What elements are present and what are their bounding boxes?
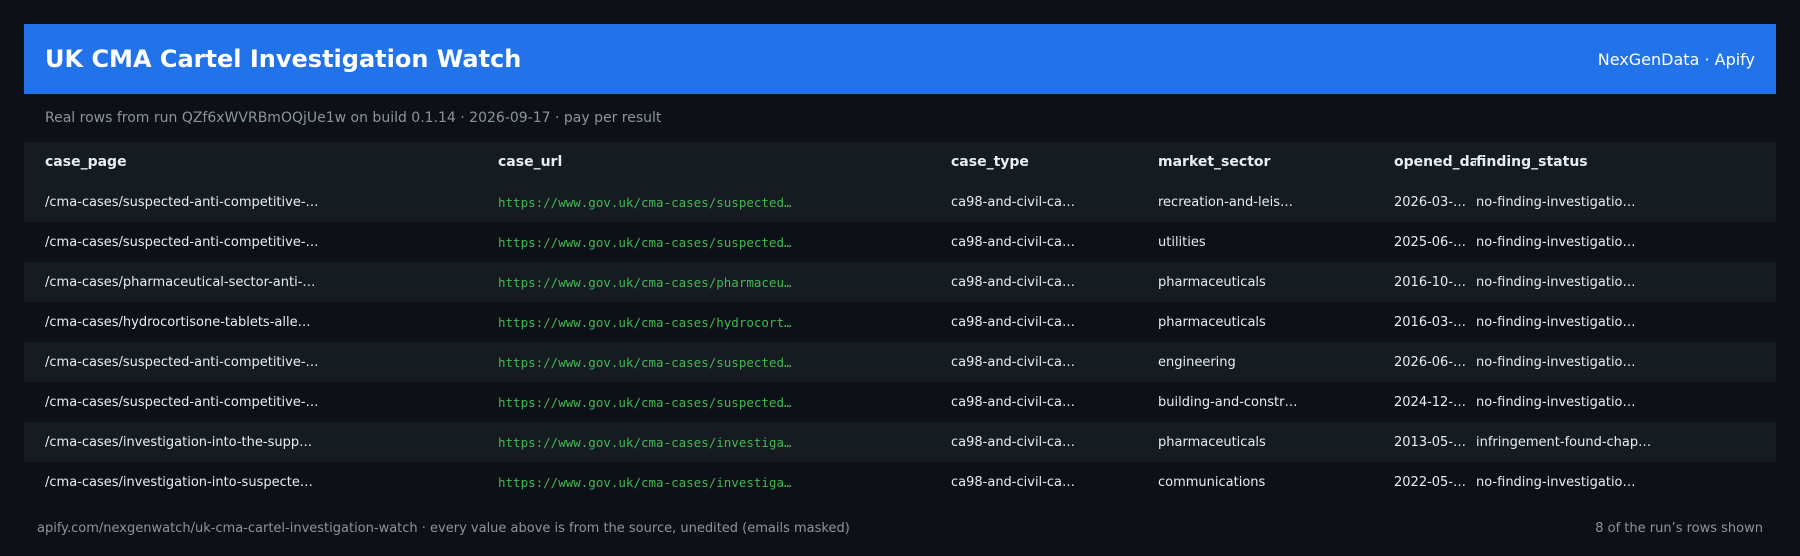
cell-market-sector: recreation-and-leis… [1158,194,1293,210]
cell-finding-status: no-finding-investigatio… [1476,354,1636,370]
cell-case-url[interactable]: https://www.gov.uk/cma-cases/investiga… [477,475,930,490]
cell-market-sector: pharmaceuticals [1158,314,1266,330]
cell-case-type: ca98-and-civil-ca… [951,394,1075,410]
page-title: UK CMA Cartel Investigation Watch [45,45,522,73]
cell-case-type: ca98-and-civil-ca… [951,194,1075,210]
table-row: /cma-cases/suspected-anti-competitive-… h… [24,342,1776,382]
footer-row-count: 8 of the run’s rows shown [1595,521,1763,536]
cell-finding-status: no-finding-investigatio… [1476,194,1636,210]
cell-case-page: /cma-cases/suspected-anti-competitive-… [45,194,319,210]
cell-case-page: /cma-cases/hydrocortisone-tablets-alle… [45,314,311,330]
cell-finding-status: no-finding-investigatio… [1476,274,1636,290]
cell-market-sector: communications [1158,474,1266,490]
cell-finding-status: infringement-found-chap… [1476,434,1652,450]
cell-case-url[interactable]: https://www.gov.uk/cma-cases/suspected… [477,355,930,370]
cell-case-url[interactable]: https://www.gov.uk/cma-cases/investiga… [477,435,930,450]
cell-case-type: ca98-and-civil-ca… [951,314,1075,330]
cell-opened-date: 2022-05-… [1394,474,1467,490]
cell-case-url[interactable]: https://www.gov.uk/cma-cases/pharmaceu… [477,275,930,290]
cell-market-sector: pharmaceuticals [1158,274,1266,290]
column-header-opened-date: opened_date [1394,154,1476,170]
cell-finding-status: no-finding-investigatio… [1476,394,1636,410]
cell-case-type: ca98-and-civil-ca… [951,234,1075,250]
cell-case-page: /cma-cases/suspected-anti-competitive-… [45,234,319,250]
cell-case-type: ca98-and-civil-ca… [951,474,1075,490]
header-bar: UK CMA Cartel Investigation Watch NexGen… [24,24,1776,94]
table-body: /cma-cases/suspected-anti-competitive-… h… [24,182,1776,502]
cell-finding-status: no-finding-investigatio… [1476,234,1636,250]
cell-finding-status: no-finding-investigatio… [1476,314,1636,330]
column-header-finding-status: finding_status [1476,154,1588,170]
column-header-market-sector: market_sector [1158,154,1271,170]
table-row: /cma-cases/suspected-anti-competitive-… h… [24,382,1776,422]
cell-opened-date: 2016-03-… [1394,314,1467,330]
cell-case-url[interactable]: https://www.gov.uk/cma-cases/hydrocort… [477,315,930,330]
cell-case-url[interactable]: https://www.gov.uk/cma-cases/suspected… [477,235,930,250]
cell-case-page: /cma-cases/suspected-anti-competitive-… [45,394,319,410]
brand-label: NexGenData · Apify [1597,49,1755,69]
results-table: case_page case_url case_type market_sect… [24,142,1776,502]
footer-source: apify.com/nexgenwatch/uk-cma-cartel-inve… [37,521,850,536]
cell-case-type: ca98-and-civil-ca… [951,274,1075,290]
cell-case-page: /cma-cases/suspected-anti-competitive-… [45,354,319,370]
cell-market-sector: building-and-constr… [1158,394,1298,410]
cell-opened-date: 2026-06-… [1394,354,1467,370]
cell-opened-date: 2024-12-… [1394,394,1467,410]
table-row: /cma-cases/investigation-into-the-supp… h… [24,422,1776,462]
cell-market-sector: pharmaceuticals [1158,434,1266,450]
cell-finding-status: no-finding-investigatio… [1476,474,1636,490]
cell-opened-date: 2013-05-… [1394,434,1467,450]
table-row: /cma-cases/hydrocortisone-tablets-alle… h… [24,302,1776,342]
cell-market-sector: engineering [1158,354,1236,370]
table-header-row: case_page case_url case_type market_sect… [24,142,1776,182]
table-row: /cma-cases/pharmaceutical-sector-anti-… h… [24,262,1776,302]
table-row: /cma-cases/investigation-into-suspecte… h… [24,462,1776,502]
cell-opened-date: 2025-06-… [1394,234,1467,250]
cell-case-page: /cma-cases/investigation-into-the-supp… [45,434,313,450]
table-row: /cma-cases/suspected-anti-competitive-… h… [24,182,1776,222]
cell-case-type: ca98-and-civil-ca… [951,434,1075,450]
cell-case-url[interactable]: https://www.gov.uk/cma-cases/suspected… [477,195,930,210]
cell-case-url[interactable]: https://www.gov.uk/cma-cases/suspected… [477,395,930,410]
cell-market-sector: utilities [1158,234,1206,250]
column-header-case-type: case_type [951,154,1029,170]
cell-case-type: ca98-and-civil-ca… [951,354,1075,370]
cell-case-page: /cma-cases/investigation-into-suspecte… [45,474,313,490]
run-subtitle: Real rows from run QZf6xWVRBmOQjUe1w on … [45,110,662,126]
column-header-case-url: case_url [498,154,563,170]
cell-opened-date: 2026-03-… [1394,194,1467,210]
table-row: /cma-cases/suspected-anti-competitive-… h… [24,222,1776,262]
cell-case-page: /cma-cases/pharmaceutical-sector-anti-… [45,274,316,290]
column-header-case-page: case_page [45,154,127,170]
cell-opened-date: 2016-10-… [1394,274,1467,290]
